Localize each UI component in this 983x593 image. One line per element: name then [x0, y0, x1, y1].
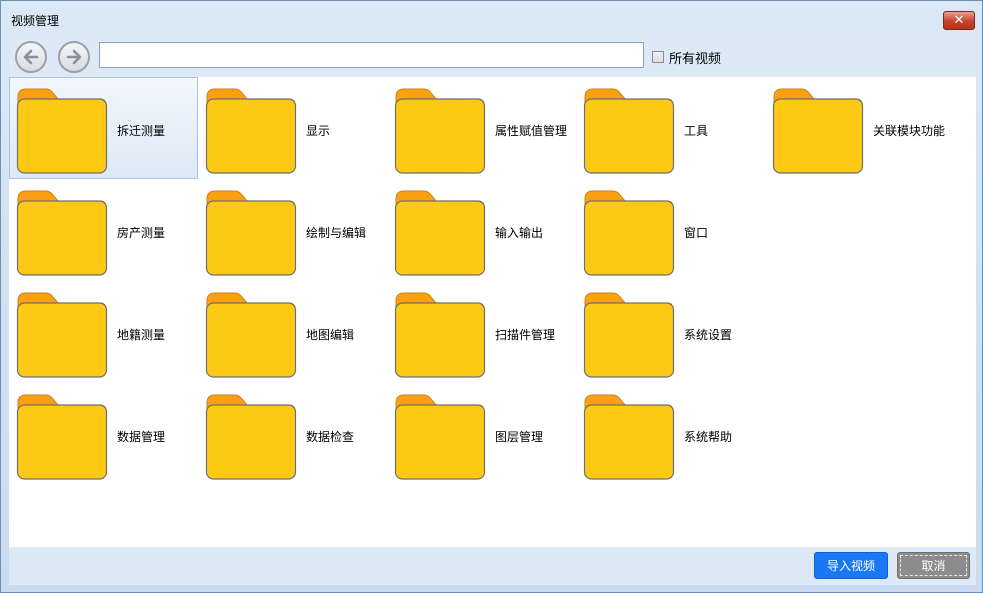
back-button[interactable] — [15, 41, 47, 73]
folder-grid: 拆迁测量 显示 属性赋值管理 工具 关联模块功能房产测量 绘制与编辑 输入输出 窗口地籍测量 地… — [9, 77, 976, 547]
arrow-right-icon — [66, 49, 82, 65]
folder-label: 输入输出 — [495, 226, 544, 240]
folder-label: 数据检查 — [306, 430, 355, 444]
forward-button[interactable] — [58, 41, 90, 73]
cancel-button[interactable]: 取消 — [897, 552, 970, 579]
folder-label: 地籍测量 — [117, 328, 166, 342]
folder-icon — [772, 88, 864, 174]
folder-item[interactable]: 数据检查 — [198, 383, 387, 485]
folder-item[interactable]: 地图编辑 — [198, 281, 387, 383]
arrow-left-icon — [23, 49, 39, 65]
all-videos-label: 所有视频 — [669, 51, 722, 67]
folder-label: 地图编辑 — [306, 328, 355, 342]
folder-icon — [16, 88, 108, 174]
folder-item[interactable]: 房产测量 — [9, 179, 198, 281]
title-bar: 视频管理 ✕ — [1, 1, 982, 33]
folder-icon — [394, 190, 486, 276]
folder-label: 显示 — [306, 124, 331, 138]
folder-label: 属性赋值管理 — [495, 124, 568, 138]
folder-icon — [583, 292, 675, 378]
folder-icon — [16, 394, 108, 480]
folder-item[interactable]: 数据管理 — [9, 383, 198, 485]
folder-item[interactable]: 显示 — [198, 77, 387, 179]
video-manager-window: 视频管理 ✕ 所有视频 拆迁测量 显示 属性赋值管理 工具 关联模块功能房产测量 绘制与编… — [0, 0, 983, 593]
folder-item[interactable]: 地籍测量 — [9, 281, 198, 383]
folder-item[interactable]: 窗口 — [576, 179, 765, 281]
folder-item[interactable]: 系统设置 — [576, 281, 765, 383]
window-title: 视频管理 — [11, 14, 60, 28]
folder-label: 拆迁测量 — [117, 124, 166, 138]
folder-label: 房产测量 — [117, 226, 166, 240]
close-button[interactable]: ✕ — [943, 11, 975, 30]
import-video-button[interactable]: 导入视频 — [814, 552, 888, 579]
folder-item[interactable]: 扫描件管理 — [387, 281, 576, 383]
folder-label: 图层管理 — [495, 430, 544, 444]
folder-icon — [205, 88, 297, 174]
folder-item[interactable]: 工具 — [576, 77, 765, 179]
folder-label: 数据管理 — [117, 430, 166, 444]
folder-label: 系统设置 — [684, 328, 733, 342]
folder-icon — [583, 88, 675, 174]
folder-label: 窗口 — [684, 226, 709, 240]
folder-icon — [205, 394, 297, 480]
path-input[interactable] — [99, 42, 644, 68]
folder-icon — [394, 88, 486, 174]
folder-icon — [583, 190, 675, 276]
folder-item[interactable]: 输入输出 — [387, 179, 576, 281]
folder-icon — [205, 190, 297, 276]
folder-label: 系统帮助 — [684, 430, 733, 444]
folder-label: 工具 — [684, 124, 709, 138]
folder-item[interactable]: 拆迁测量 — [9, 77, 198, 179]
close-icon: ✕ — [953, 13, 965, 28]
folder-icon — [16, 190, 108, 276]
folder-item[interactable]: 关联模块功能 — [765, 77, 954, 179]
folder-item[interactable]: 系统帮助 — [576, 383, 765, 485]
folder-item[interactable]: 属性赋值管理 — [387, 77, 576, 179]
folder-icon — [394, 394, 486, 480]
folder-label: 扫描件管理 — [495, 328, 556, 342]
all-videos-checkbox[interactable] — [652, 51, 664, 63]
all-videos-toggle[interactable]: 所有视频 — [652, 49, 722, 67]
folder-icon — [394, 292, 486, 378]
toolbar: 所有视频 — [9, 33, 976, 77]
footer: 导入视频 取消 — [9, 547, 976, 585]
folder-label: 关联模块功能 — [873, 124, 946, 138]
folder-icon — [583, 394, 675, 480]
folder-item[interactable]: 绘制与编辑 — [198, 179, 387, 281]
folder-icon — [16, 292, 108, 378]
folder-item[interactable]: 图层管理 — [387, 383, 576, 485]
folder-icon — [205, 292, 297, 378]
folder-label: 绘制与编辑 — [306, 226, 367, 240]
